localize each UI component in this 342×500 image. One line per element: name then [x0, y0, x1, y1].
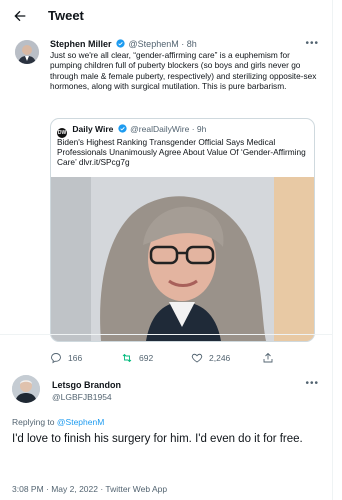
reply-timestamp[interactable]: 3:08 PM · May 2, 2022 · Twitter Web App [12, 484, 167, 494]
quote-time: · 9h [191, 124, 207, 134]
avatar-image [12, 375, 40, 403]
verified-badge-icon [116, 39, 125, 48]
reply-author-handle[interactable]: @LGBFJB1954 [52, 392, 112, 402]
right-rail [332, 0, 342, 500]
avatar[interactable] [15, 40, 39, 64]
quote-author-row: DW Daily Wire @realDailyWire · 9h [57, 124, 206, 138]
author-handle[interactable]: @StephenM [129, 39, 179, 49]
tweet-time[interactable]: · 8h [181, 39, 197, 49]
quote-tweet-card[interactable]: DW Daily Wire @realDailyWire · 9h Biden'… [50, 118, 315, 342]
tweet-text: Just so we're all clear, “gender-affirmi… [50, 50, 317, 92]
back-arrow-icon[interactable] [12, 8, 28, 24]
replying-to-link[interactable]: @StephenM [57, 417, 104, 427]
quote-author-name: Daily Wire [72, 124, 114, 134]
reply-tweet[interactable]: Letsgo Brandon @LGBFJB1954 ••• Replying … [0, 336, 333, 500]
more-options-icon[interactable]: ••• [305, 38, 319, 49]
replying-to: Replying to @StephenM [12, 417, 104, 427]
reply-text: I'd love to finish his surgery for him. … [12, 433, 303, 445]
verified-badge-icon [118, 124, 127, 133]
tweet-author-row: Stephen Miller @StephenM · 8h [50, 39, 197, 49]
reply-author-name[interactable]: Letsgo Brandon [52, 380, 121, 390]
quote-text: Biden's Highest Ranking Transgender Offi… [57, 137, 306, 168]
page-header: Tweet [0, 0, 333, 34]
avatar-image [15, 40, 39, 64]
page-title: Tweet [48, 8, 84, 23]
quote-photo[interactable] [51, 177, 314, 341]
replying-to-label: Replying to [12, 417, 55, 427]
avatar[interactable] [12, 375, 40, 403]
portrait-photo [51, 177, 314, 341]
author-name[interactable]: Stephen Miller [50, 39, 112, 49]
more-options-icon[interactable]: ••• [305, 378, 319, 389]
quote-author-handle: @realDailyWire [130, 124, 190, 134]
divider [0, 334, 333, 335]
